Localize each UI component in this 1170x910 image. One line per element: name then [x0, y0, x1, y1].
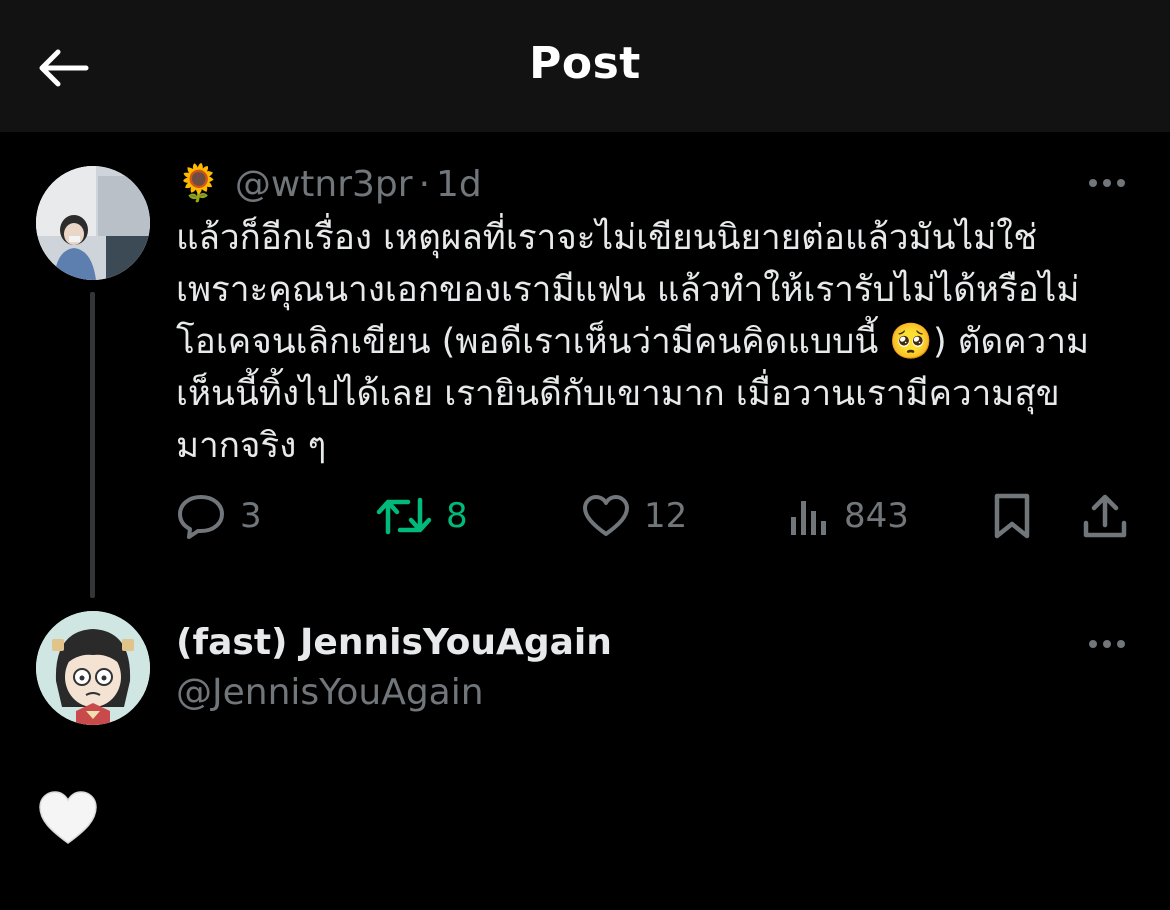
post-handle[interactable]: @wtnr3pr [235, 164, 413, 205]
share-icon [1083, 494, 1127, 538]
repost-button[interactable]: 8 [376, 486, 468, 546]
repost-count: 8 [446, 496, 468, 536]
action-bar: 3 8 12 843 [176, 486, 1136, 546]
views-count: 843 [844, 496, 909, 536]
white-heart-shape [39, 791, 97, 844]
like-count: 12 [644, 496, 688, 536]
reply-avatar[interactable] [36, 611, 150, 725]
views-button[interactable]: 843 [788, 486, 909, 546]
display-name-emoji: 🌻 [176, 163, 221, 204]
post-time[interactable]: 1d [436, 164, 482, 205]
views-icon [791, 501, 826, 535]
bookmark-button[interactable] [992, 486, 1032, 546]
more-icon-dot [1117, 179, 1125, 187]
more-icon-dot [1089, 640, 1097, 648]
more-icon-dot [1103, 179, 1111, 187]
share-button[interactable] [1082, 486, 1128, 546]
avatar-illustration [36, 611, 150, 725]
post-text: แล้วก็อีกเรื่อง เหตุผลที่เราจะไม่เขียนนิ… [176, 218, 1090, 466]
more-icon-dot [1103, 640, 1111, 648]
thread-line [90, 292, 95, 598]
like-icon [583, 495, 629, 536]
reply-display-name[interactable]: (fast) JennisYouAgain [176, 622, 612, 663]
reply-more-button[interactable] [1083, 629, 1131, 659]
repost-icon [376, 497, 432, 535]
more-icon-dot [1089, 179, 1097, 187]
reply-handle[interactable]: @JennisYouAgain [176, 672, 484, 713]
like-button[interactable]: 12 [582, 486, 687, 546]
page-title: Post [529, 38, 641, 89]
more-button[interactable] [1083, 168, 1131, 198]
bookmark-icon [994, 493, 1030, 539]
avatar-photo [36, 166, 150, 280]
top-bar: Post [0, 0, 1170, 132]
post-header: 🌻 @wtnr3pr · 1d [176, 160, 482, 208]
time-separator: · [418, 163, 431, 205]
reply-icon [178, 495, 224, 539]
avatar[interactable] [36, 166, 150, 280]
reply-count: 3 [240, 496, 262, 536]
white-heart-icon [38, 790, 98, 854]
reply-button[interactable]: 3 [176, 486, 262, 546]
more-icon-dot [1117, 640, 1125, 648]
